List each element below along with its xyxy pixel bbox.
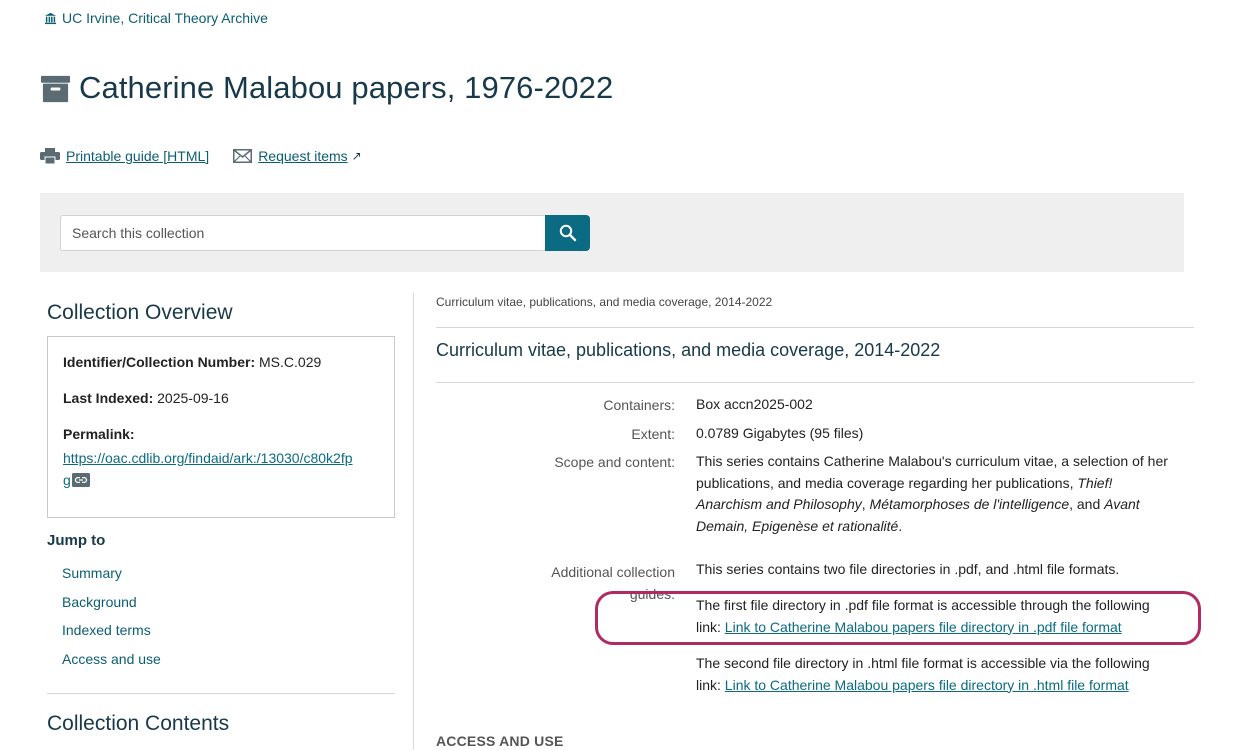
scope-title-anarchism: Anarchism and Philosophy: [696, 496, 862, 512]
extent-label: Extent:: [631, 426, 675, 442]
scope-sep-1: ,: [861, 496, 870, 512]
scope-value: This series contains Catherine Malabou's…: [696, 451, 1196, 537]
permalink-url-line1[interactable]: https://oac.cdlib.org/findaid/ark:/13030…: [63, 450, 353, 466]
search-button[interactable]: [545, 215, 590, 251]
scope-period: .: [898, 517, 903, 534]
printable-guide-link[interactable]: Printable guide [HTML]: [40, 148, 209, 164]
breadcrumb-divider: [436, 327, 1194, 328]
request-items-label[interactable]: Request items: [258, 148, 347, 164]
last-indexed-label: Last Indexed:: [63, 390, 154, 406]
jump-link-indexed-terms[interactable]: Indexed terms: [62, 622, 151, 638]
containers-label: Containers:: [603, 397, 675, 413]
collection-overview-box: Identifier/Collection Number: MS.C.029 L…: [47, 336, 395, 518]
institution-icon: [44, 12, 57, 24]
printable-guide-label[interactable]: Printable guide [HTML]: [66, 148, 209, 164]
institution-name[interactable]: UC Irvine, Critical Theory Archive: [62, 10, 268, 26]
column-divider: [413, 293, 414, 750]
scope-title-avant: Avant: [1104, 496, 1140, 512]
scope-text-line1: This series contains Catherine Malabou's…: [696, 453, 1168, 469]
scope-title-metamorphoses: Métamorphoses de l'intelligence: [869, 496, 1070, 512]
collection-overview-heading: Collection Overview: [47, 301, 233, 324]
access-and-use-heading: ACCESS AND USE: [436, 733, 564, 749]
guides-intro: This series contains two file directorie…: [696, 561, 1120, 577]
collection-contents-heading: Collection Contents: [47, 712, 230, 735]
scope-title-thief: Thief!: [1077, 474, 1113, 491]
guides-label-line1: Additional collection: [551, 564, 675, 580]
identifier-value: MS.C.029: [259, 354, 322, 370]
action-bar: Printable guide [HTML] Request items ↗: [40, 148, 386, 164]
scope-sep-2: , and: [1069, 496, 1105, 512]
sidebar-divider: [47, 693, 395, 694]
archive-box-icon: [40, 75, 71, 102]
printer-icon: [40, 148, 60, 164]
request-items-link[interactable]: Request items ↗: [233, 148, 362, 164]
jump-link-access-and-use[interactable]: Access and use: [62, 651, 161, 667]
envelope-icon: [233, 149, 253, 163]
scope-title-demain: Demain, Epigenèse et rationalité: [696, 517, 899, 534]
last-indexed-row: Last Indexed: 2025-09-16: [63, 390, 229, 406]
highlight-annotation: [595, 591, 1201, 645]
external-link-icon: ↗: [351, 149, 362, 163]
institution-link[interactable]: UC Irvine, Critical Theory Archive: [44, 10, 268, 26]
series-title-divider: [436, 382, 1194, 383]
jump-to-heading: Jump to: [47, 532, 106, 549]
permalink-url-line2[interactable]: g: [63, 472, 71, 488]
page-title: Catherine Malabou papers, 1976-2022: [79, 70, 614, 105]
collection-search-bar: [40, 193, 1184, 272]
last-indexed-value: 2025-09-16: [157, 390, 229, 406]
series-title: Curriculum vitae, publications, and medi…: [436, 340, 941, 360]
identifier-row: Identifier/Collection Number: MS.C.029: [63, 354, 321, 370]
extent-value: 0.0789 Gigabytes (95 files): [696, 425, 864, 441]
page-header: Catherine Malabou papers, 1976-2022: [40, 70, 613, 106]
html-text-line1: The second file directory in .html file …: [696, 655, 1150, 671]
identifier-label: Identifier/Collection Number:: [63, 354, 256, 370]
containers-value: Box accn2025-002: [696, 396, 813, 412]
scope-label: Scope and content:: [554, 454, 675, 470]
search-icon: [559, 224, 576, 242]
html-directory-link[interactable]: Link to Catherine Malabou papers file di…: [725, 677, 1129, 693]
permalink-link[interactable]: https://oac.cdlib.org/findaid/ark:/13030…: [63, 448, 353, 493]
html-text-line2: link:: [696, 676, 725, 693]
jump-link-background[interactable]: Background: [62, 594, 137, 610]
search-input[interactable]: [60, 215, 545, 251]
permalink-label: Permalink:: [63, 426, 135, 442]
html-directory-text: The second file directory in .html file …: [696, 653, 1196, 696]
permalink-label-row: Permalink:: [63, 426, 135, 442]
copy-link-icon[interactable]: [71, 472, 90, 494]
breadcrumb: Curriculum vitae, publications, and medi…: [436, 295, 773, 309]
scope-text-line2: publications, and media coverage regardi…: [696, 474, 1078, 491]
jump-link-summary[interactable]: Summary: [62, 565, 122, 581]
